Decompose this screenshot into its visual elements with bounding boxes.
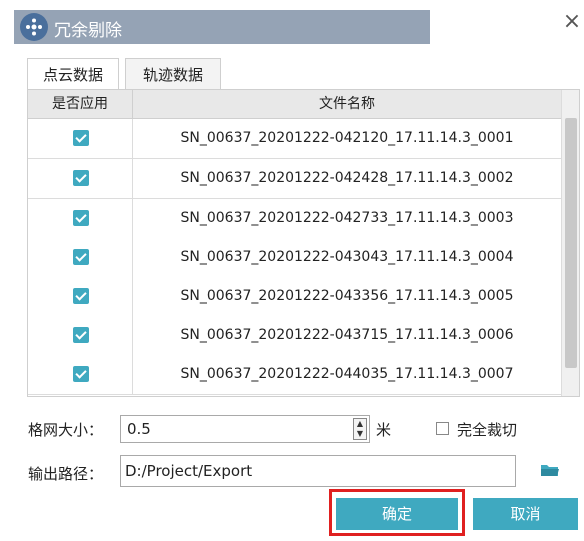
grid-unit-label: 米	[376, 421, 392, 439]
apply-checkbox[interactable]	[73, 170, 89, 186]
apply-checkbox[interactable]	[73, 210, 89, 226]
file-name: SN_00637_20201222-042733_17.11.14.3_0003	[180, 210, 514, 226]
dialog-title: 冗余剔除	[54, 21, 122, 41]
close-icon[interactable]: ×	[560, 10, 584, 34]
cancel-button[interactable]: 取消	[473, 498, 578, 530]
table-row[interactable]: SN_00637_20201222-043043_17.11.14.3_0004	[28, 238, 561, 278]
output-path-input[interactable]: D:/Project/Export	[120, 455, 516, 487]
grid-size-spinner[interactable]: ▲ ▼	[353, 418, 367, 440]
file-name: SN_00637_20201222-042120_17.11.14.3_0001	[180, 130, 514, 146]
title-bar: 冗余剔除 ×	[0, 0, 584, 50]
file-name: SN_00637_20201222-043043_17.11.14.3_0004	[180, 249, 514, 265]
table-row[interactable]: SN_00637_20201222-043356_17.11.14.3_0005	[28, 277, 561, 317]
grid-size-input[interactable]: 0.5 ▲ ▼	[120, 415, 370, 443]
apply-checkbox[interactable]	[73, 327, 89, 343]
tab-label: 点云数据	[42, 66, 103, 84]
vertical-scrollbar[interactable]	[561, 90, 579, 396]
tab-trajectory[interactable]: 轨迹数据	[125, 58, 221, 90]
app-logo-icon	[20, 13, 48, 41]
folder-icon[interactable]	[540, 462, 560, 482]
scrollbar-thumb[interactable]	[565, 118, 577, 368]
file-name: SN_00637_20201222-042428_17.11.14.3_0002	[180, 170, 514, 186]
grid-size-label: 格网大小：	[28, 421, 104, 439]
tab-point-cloud[interactable]: 点云数据	[27, 58, 119, 91]
highlight-box	[329, 489, 465, 536]
table-row[interactable]: SN_00637_20201222-042428_17.11.14.3_0002	[28, 159, 561, 199]
output-path-value: D:/Project/Export	[125, 462, 253, 480]
file-table: 是否应用 文件名称 SN_00637_20201222-042120_17.11…	[27, 89, 580, 397]
output-path-label: 输出路径：	[28, 465, 104, 483]
apply-checkbox[interactable]	[73, 366, 89, 382]
file-name: SN_00637_20201222-043715_17.11.14.3_0006	[180, 327, 514, 343]
title-strip: 冗余剔除	[14, 10, 430, 44]
table-row[interactable]: SN_00637_20201222-042120_17.11.14.3_0001	[28, 119, 561, 159]
column-header-filename[interactable]: 文件名称	[133, 90, 561, 118]
grid-size-value: 0.5	[127, 420, 151, 438]
column-header-apply[interactable]: 是否应用	[28, 90, 133, 118]
table-header: 是否应用 文件名称	[28, 90, 561, 119]
file-name: SN_00637_20201222-044035_17.11.14.3_0007	[180, 366, 514, 382]
table-row[interactable]: SN_00637_20201222-044035_17.11.14.3_0007	[28, 355, 561, 395]
apply-checkbox[interactable]	[73, 249, 89, 265]
file-name: SN_00637_20201222-043356_17.11.14.3_0005	[180, 288, 514, 304]
table-row[interactable]: SN_00637_20201222-042733_17.11.14.3_0003	[28, 199, 561, 239]
table-row[interactable]: SN_00637_20201222-043715_17.11.14.3_0006	[28, 316, 561, 356]
apply-checkbox[interactable]	[73, 130, 89, 146]
full-crop-label: 完全裁切	[457, 421, 518, 439]
full-crop-checkbox[interactable]	[436, 422, 449, 435]
tab-label: 轨迹数据	[142, 66, 203, 84]
apply-checkbox[interactable]	[73, 288, 89, 304]
